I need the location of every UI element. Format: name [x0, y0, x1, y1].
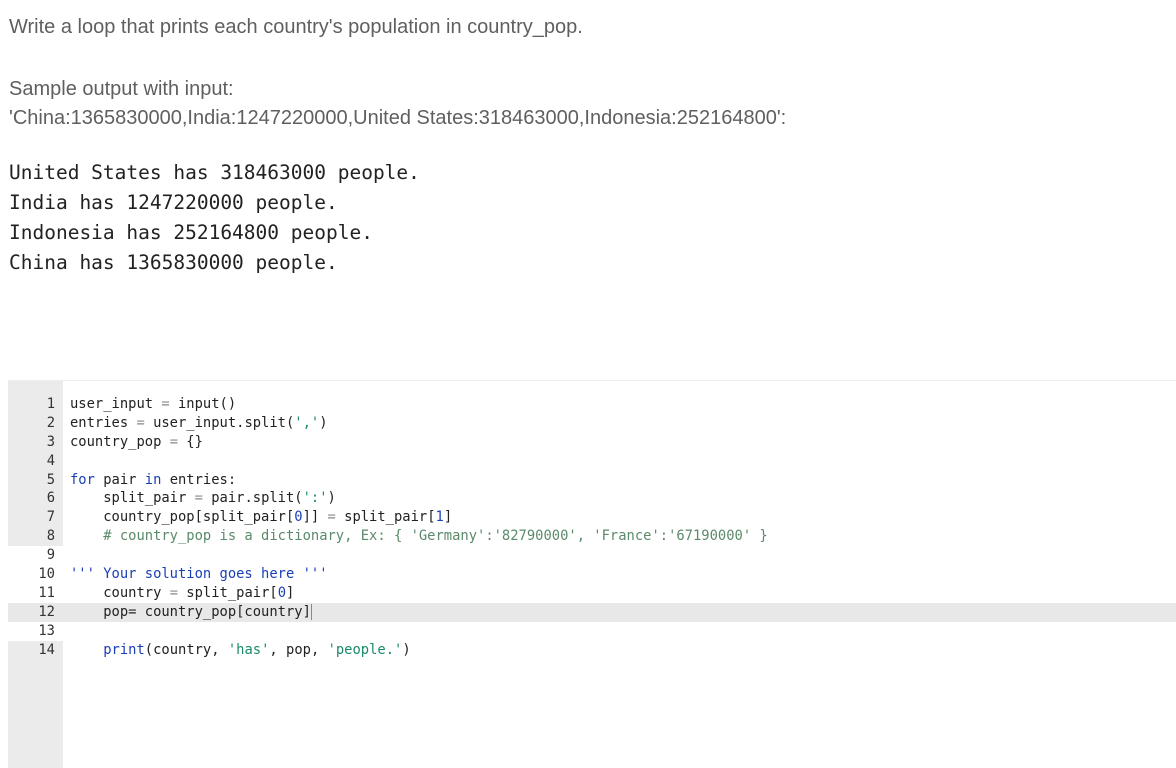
code-editor[interactable]: 1 user_input = input() 2 entries = user_inp… [8, 380, 1176, 768]
code-token: = [169, 584, 178, 601]
code-token: country [70, 584, 170, 601]
code-token: for [70, 471, 95, 488]
code-token: = [136, 414, 145, 431]
code-token: 'people.' [327, 641, 403, 658]
code-token: split_pair [70, 490, 195, 507]
code-token: ) [319, 414, 328, 431]
code-text[interactable]: pop= country_pop[country] [70, 603, 312, 622]
code-token: ',' [294, 414, 320, 431]
code-token: = [327, 509, 336, 526]
line-number: 6 [46, 490, 55, 507]
code-token: country_pop[split_pair[ [70, 509, 295, 526]
code-token: 'has' [227, 641, 270, 658]
code-token: user_input [70, 396, 162, 412]
line-number: 9 [46, 547, 55, 564]
code-text[interactable]: split_pair = pair.split(':') [70, 489, 336, 508]
code-text[interactable]: for pair in entries: [70, 471, 236, 490]
line-number: 7 [46, 509, 55, 526]
code-token: 1 [435, 509, 444, 526]
line-number: 14 [38, 641, 55, 658]
code-text[interactable]: country_pop[split_pair[0]] = split_pair[… [70, 508, 452, 527]
code-token: ] [443, 509, 453, 526]
code-line[interactable]: 3 country_pop = {} [8, 433, 1176, 452]
code-line[interactable]: 14 print(country, 'has', pop, 'people.') [8, 641, 1176, 660]
code-token: 0 [294, 509, 303, 526]
code-line[interactable]: 1 user_input = input() [8, 395, 1176, 414]
line-number: 11 [38, 584, 55, 601]
code-line[interactable]: 6 split_pair = pair.split(':') [8, 489, 1176, 508]
line-number: 1 [46, 396, 55, 412]
code-token: entries [70, 414, 137, 431]
code-text[interactable]: country = split_pair[0] [70, 584, 294, 603]
sample-input: 'China:1365830000,India:1247220000,Unite… [9, 107, 787, 129]
code-lines[interactable]: 1 user_input = input() 2 entries = user_inp… [8, 395, 1176, 659]
code-line[interactable]: 4 [8, 452, 1176, 471]
code-line[interactable]: 8 # country_pop is a dictionary, Ex: { '… [8, 527, 1176, 546]
code-line[interactable]: 12 pop= country_pop[country] [8, 602, 1176, 622]
code-token: ':' [302, 490, 328, 507]
line-number: 12 [38, 603, 55, 620]
line-number: 5 [46, 471, 55, 488]
code-token: split_pair[ [335, 509, 436, 526]
code-token: input() [169, 396, 237, 412]
output-line: China has 1365830000 people. [9, 251, 338, 274]
code-token: = [161, 396, 170, 412]
problem-prompt: Write a loop that prints each country's … [9, 16, 583, 38]
code-token: country_pop [70, 433, 170, 450]
code-token: pair.split( [202, 490, 303, 507]
code-line[interactable]: 11 country = split_pair[0] [8, 584, 1176, 603]
code-token: ''' Your solution goes here ''' [70, 566, 328, 583]
code-line[interactable]: 2 entries = user_input.split(',') [8, 414, 1176, 433]
line-number: 2 [46, 414, 55, 431]
code-token: # country_pop is a dictionary, Ex: { 'Ge… [70, 528, 768, 545]
code-token: ] [286, 584, 295, 601]
output-line: India has 1247220000 people. [9, 191, 338, 214]
code-line[interactable]: 13 [8, 622, 1176, 641]
sample-output-label: Sample output with input: [9, 78, 234, 100]
output-line: United States has 318463000 people. [9, 161, 420, 184]
code-text[interactable]: print(country, 'has', pop, 'people.') [70, 641, 411, 660]
code-text[interactable]: user_input = input() [70, 395, 236, 414]
code-line[interactable]: 7 country_pop[split_pair[0]] = split_pai… [8, 508, 1176, 527]
code-token: split_pair[ [178, 584, 278, 601]
code-token: ) [327, 490, 336, 507]
code-line[interactable]: 5 for pair in entries: [8, 471, 1176, 490]
code-token: , pop, [269, 641, 328, 658]
code-token: user_input.split( [144, 414, 295, 431]
code-token: = [194, 490, 203, 507]
sample-output: United States has 318463000 people. Indi… [9, 158, 420, 278]
code-line[interactable]: 9 [8, 546, 1176, 565]
code-token: pair [94, 471, 145, 488]
line-number: 3 [46, 433, 55, 450]
code-token: entries: [161, 471, 237, 488]
code-token: ) [402, 641, 411, 658]
code-text[interactable]: # country_pop is a dictionary, Ex: { 'Ge… [70, 527, 768, 546]
code-token: {} [178, 433, 203, 450]
line-number: 13 [38, 622, 55, 639]
code-text[interactable]: entries = user_input.split(',') [70, 414, 328, 433]
line-number: 8 [46, 528, 55, 545]
line-number: 4 [46, 452, 55, 469]
line-number: 10 [38, 566, 55, 583]
code-token: 0 [277, 584, 286, 601]
code-line[interactable]: 10 ''' Your solution goes here ''' [8, 565, 1176, 584]
code-token: in [144, 471, 162, 488]
code-token: (country, [144, 641, 228, 658]
text-cursor [310, 603, 312, 620]
code-text[interactable]: ''' Your solution goes here ''' [70, 565, 328, 584]
code-token: print [103, 641, 145, 658]
code-token: ]] [302, 509, 328, 526]
output-line: Indonesia has 252164800 people. [9, 221, 373, 244]
code-token: = [169, 433, 178, 450]
code-text[interactable]: country_pop = {} [70, 433, 203, 452]
code-token: pop= country_pop[country] [70, 603, 311, 620]
